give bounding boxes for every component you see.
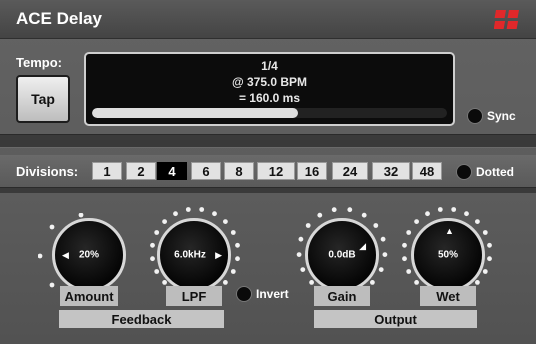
scale-dot — [300, 267, 306, 272]
brand-logo-icon — [494, 10, 519, 29]
division-button-48[interactable]: 48 — [412, 162, 442, 180]
wet-label: Wet — [420, 286, 476, 306]
scale-dot — [347, 207, 353, 213]
scale-dot — [331, 207, 337, 213]
scale-dot — [373, 223, 379, 228]
scale-dot — [378, 267, 384, 272]
scale-dot — [298, 236, 304, 242]
scale-dot — [230, 269, 236, 274]
display-division: 1/4 — [261, 59, 278, 73]
scale-dot — [235, 256, 240, 262]
scale-dot — [173, 211, 178, 217]
scale-dot — [162, 280, 167, 285]
scale-dot — [487, 242, 492, 248]
tap-button[interactable]: Tap — [16, 75, 70, 123]
scale-dot — [475, 280, 480, 285]
scale-dot — [317, 212, 323, 218]
scale-dot — [150, 242, 155, 248]
scale-dot — [150, 256, 155, 262]
scale-dot — [482, 269, 488, 274]
scale-dot — [406, 230, 412, 235]
scale-dot — [464, 211, 469, 217]
scale-dot — [154, 269, 160, 274]
scale-dot — [406, 269, 412, 274]
scale-dot — [185, 207, 191, 212]
scale-dot — [296, 252, 302, 257]
scale-dot — [49, 224, 55, 230]
scale-dot — [305, 223, 311, 228]
display-bpm: @ 375.0 BPM — [231, 75, 308, 89]
invert-label: Invert — [256, 287, 289, 301]
dotted-toggle[interactable] — [456, 164, 472, 180]
division-button-16[interactable]: 16 — [297, 162, 327, 180]
scale-dot — [451, 207, 457, 212]
tempo-progress-bar — [92, 108, 447, 118]
scale-dot — [199, 207, 205, 212]
scale-dot — [49, 282, 55, 288]
gain-label: Gain — [314, 286, 370, 306]
scale-dot — [230, 230, 236, 235]
divisions-label: Divisions: — [16, 164, 79, 179]
amount-value: 20% — [78, 249, 99, 261]
amount-knob[interactable]: ◀ 20% — [52, 218, 126, 292]
gain-knob[interactable]: ◢ 0.0dB — [305, 218, 379, 292]
scale-dot — [425, 211, 430, 217]
sync-label: Sync — [487, 109, 516, 123]
display-ms: = 160.0 ms — [238, 91, 301, 105]
scale-dot — [475, 219, 480, 224]
tempo-progress-fill — [92, 108, 298, 118]
feedback-group-label: Feedback — [59, 310, 224, 328]
separator-top — [0, 134, 536, 148]
scale-dot — [212, 211, 217, 217]
division-button-12[interactable]: 12 — [257, 162, 295, 180]
amount-label: Amount — [60, 286, 118, 306]
lpf-knob[interactable]: ▶ 6.0kHz — [157, 218, 231, 292]
scale-dot — [370, 280, 375, 285]
output-group-label: Output — [314, 310, 477, 328]
division-button-24[interactable]: 24 — [332, 162, 368, 180]
title-bar: ACE Delay — [0, 0, 536, 39]
division-button-6[interactable]: 6 — [191, 162, 221, 180]
scale-dot — [235, 242, 240, 248]
gain-value: 0.0dB — [328, 249, 356, 261]
scale-dot — [78, 213, 84, 218]
invert-toggle[interactable] — [236, 286, 252, 302]
division-button-8[interactable]: 8 — [224, 162, 254, 180]
scale-dot — [482, 230, 488, 235]
division-button-2[interactable]: 2 — [126, 162, 156, 180]
scale-dot — [223, 219, 228, 224]
tempo-label: Tempo: — [16, 55, 62, 70]
division-button-32[interactable]: 32 — [372, 162, 410, 180]
plugin-title: ACE Delay — [16, 9, 102, 28]
scale-dot — [361, 212, 367, 218]
scale-dot — [414, 219, 419, 224]
sync-toggle[interactable] — [467, 108, 483, 124]
lpf-label: LPF — [166, 286, 222, 306]
scale-dot — [380, 236, 386, 242]
scale-dot — [414, 280, 419, 285]
wet-value: 50% — [437, 249, 458, 261]
scale-dot — [309, 280, 314, 285]
scale-dot — [223, 280, 228, 285]
division-button-1[interactable]: 1 — [92, 162, 122, 180]
scale-dot — [382, 252, 388, 257]
tempo-display: 1/4 @ 375.0 BPM = 160.0 ms — [84, 52, 455, 126]
scale-dot — [162, 219, 167, 224]
scale-dot — [437, 207, 443, 212]
wet-knob[interactable]: ▲ 50% — [411, 218, 485, 292]
dotted-label: Dotted — [476, 165, 514, 179]
scale-dot — [402, 256, 407, 262]
scale-dot — [487, 256, 492, 262]
ace-delay-plugin: ACE Delay Tempo: Tap 1/4 @ 375.0 BPM = 1… — [0, 0, 536, 344]
scale-dot — [38, 253, 43, 259]
wet-pointer-icon: ▲ — [445, 226, 454, 236]
division-button-4[interactable]: 4 — [157, 162, 187, 180]
lpf-value: 6.0kHz — [174, 249, 206, 261]
scale-dot — [154, 230, 160, 235]
scale-dot — [402, 242, 407, 248]
